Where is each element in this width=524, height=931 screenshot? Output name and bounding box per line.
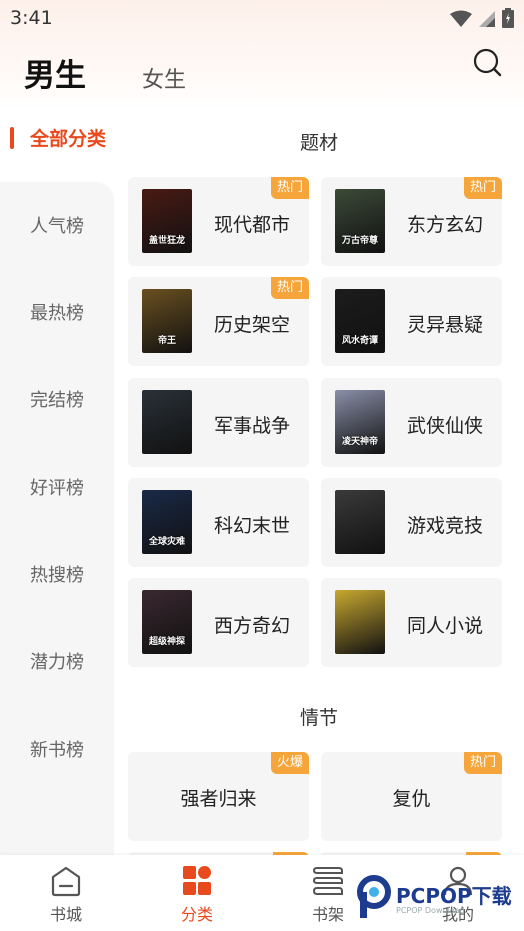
sidebar-item-top-rated[interactable]: 好评榜 — [0, 474, 114, 500]
book-cover-title: 全球灾难 — [148, 537, 185, 547]
search-icon[interactable] — [470, 46, 504, 80]
plot-card-name: 复仇 — [392, 788, 431, 810]
status-time: 3:41 — [10, 7, 53, 29]
book-cover-image: 万古帝尊 — [335, 189, 385, 253]
plot-card[interactable]: 复仇 热门 — [321, 752, 502, 841]
tab-male[interactable]: 男生 — [24, 50, 86, 95]
topic-card[interactable]: 军事战争 — [128, 378, 309, 467]
book-cover-title: 风水奇谭 — [341, 336, 378, 346]
sidebar-item-new-books[interactable]: 新书榜 — [0, 736, 114, 762]
topic-card-name: 灵异悬疑 — [407, 314, 484, 336]
nav-label: 书城 — [49, 905, 82, 924]
battery-icon — [502, 8, 514, 28]
sidebar-item-label: 全部分类 — [30, 128, 107, 150]
topic-card[interactable]: 同人小说 — [321, 578, 502, 667]
topic-card-name: 军事战争 — [214, 415, 291, 437]
topic-card-name: 同人小说 — [407, 615, 484, 637]
book-cover-title: 盖世狂龙 — [148, 236, 185, 246]
watermark: PCPOP下载 PCPOP Download — [356, 870, 522, 926]
topic-card[interactable]: 游戏竞技 — [321, 478, 502, 567]
bookshelf-icon — [312, 867, 343, 895]
sidebar-item-popular[interactable]: 人气榜 — [0, 212, 114, 238]
hot-badge: 热门 — [463, 177, 502, 199]
plot-card-name: 强者归来 — [180, 788, 257, 810]
topic-card[interactable]: 万古帝尊 东方玄幻 热门 — [321, 177, 502, 266]
wifi-icon — [450, 10, 472, 27]
book-cover-image — [142, 390, 192, 454]
topic-card-name: 游戏竞技 — [407, 515, 484, 537]
sidebar-item-potential[interactable]: 潜力榜 — [0, 648, 114, 674]
hot-badge: 热门 — [270, 277, 309, 299]
topic-card[interactable]: 凌天神帝 武侠仙侠 — [321, 378, 502, 467]
nav-label: 分类 — [180, 905, 213, 924]
topic-card-name: 历史架空 — [214, 314, 291, 336]
book-cover-title: 万古帝尊 — [341, 236, 378, 246]
watermark-text: PCPOP下载 — [396, 884, 512, 908]
home-icon — [51, 866, 81, 897]
book-cover-image: 风水奇谭 — [335, 289, 385, 353]
book-cover-image: 帝王 — [142, 289, 192, 353]
active-indicator — [10, 127, 14, 149]
topic-card[interactable]: 风水奇谭 灵异悬疑 — [321, 277, 502, 366]
book-cover-image — [335, 490, 385, 554]
watermark-subtext: PCPOP Download — [396, 906, 465, 915]
nav-item-category[interactable]: 分类 — [157, 865, 237, 927]
badge: 热门 — [463, 752, 502, 774]
category-icon — [183, 866, 211, 895]
plot-card[interactable]: 强者归来 火爆 — [128, 752, 309, 841]
status-bar: 3:41 — [0, 0, 524, 36]
tab-female[interactable]: 女生 — [142, 62, 186, 94]
topic-card-name: 武侠仙侠 — [407, 415, 484, 437]
sidebar-item-all-categories[interactable]: 全部分类 — [0, 120, 114, 160]
watermark-logo-icon — [357, 875, 391, 918]
topic-card[interactable]: 盖世狂龙 现代都市 热门 — [128, 177, 309, 266]
book-cover-title: 超级神探 — [148, 637, 185, 647]
topic-card-name: 现代都市 — [214, 214, 291, 236]
topic-card[interactable]: 帝王 历史架空 热门 — [128, 277, 309, 366]
book-cover-image: 盖世狂龙 — [142, 189, 192, 253]
topic-card[interactable]: 超级神探 西方奇幻 — [128, 578, 309, 667]
signal-icon — [479, 11, 495, 27]
section-title-topic: 题材 — [299, 132, 338, 154]
book-cover-image: 超级神探 — [142, 590, 192, 654]
nav-item-bookstore[interactable]: 书城 — [26, 865, 106, 927]
sidebar-item-hot-search[interactable]: 热搜榜 — [0, 561, 114, 587]
book-cover-image: 全球灾难 — [142, 490, 192, 554]
book-cover-title: 帝王 — [157, 336, 176, 346]
book-cover-image — [335, 590, 385, 654]
sidebar-item-completed[interactable]: 完结榜 — [0, 386, 114, 412]
book-cover-image: 凌天神帝 — [335, 390, 385, 454]
hot-badge: 热门 — [270, 177, 309, 199]
topic-card-name: 东方玄幻 — [407, 214, 484, 236]
topic-card-name: 科幻末世 — [214, 515, 291, 537]
badge: 火爆 — [270, 752, 309, 774]
status-icons — [450, 8, 514, 28]
topic-card[interactable]: 全球灾难 科幻末世 — [128, 478, 309, 567]
book-cover-title: 凌天神帝 — [341, 437, 378, 447]
sidebar: 人气榜 最热榜 完结榜 好评榜 热搜榜 潜力榜 新书榜 — [0, 182, 114, 862]
section-title-plot: 情节 — [299, 707, 338, 729]
sidebar-item-hottest[interactable]: 最热榜 — [0, 299, 114, 325]
topic-card-name: 西方奇幻 — [214, 615, 291, 637]
